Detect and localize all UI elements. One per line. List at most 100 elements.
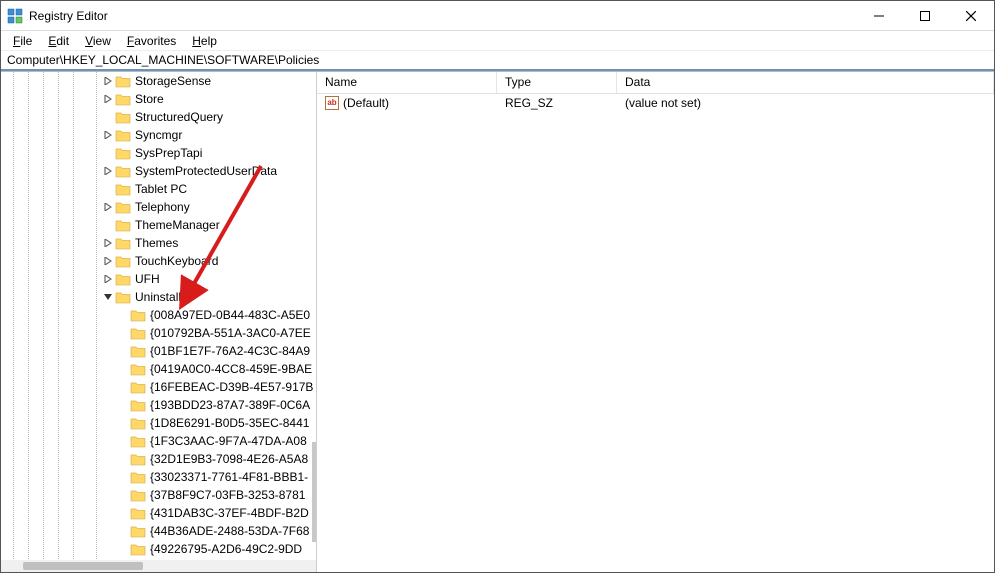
window-title: Registry Editor: [29, 9, 108, 23]
minimize-button[interactable]: [856, 1, 902, 31]
tree-item[interactable]: ThemeManager: [1, 216, 316, 234]
tree-item[interactable]: {37B8F9C7-03FB-3253-8781: [1, 486, 316, 504]
values-header: Name Type Data: [317, 72, 994, 94]
tree-item-label: {431DAB3C-37EF-4BDF-B2D: [150, 506, 309, 520]
tree-item[interactable]: TouchKeyboard: [1, 252, 316, 270]
scrollbar-thumb[interactable]: [23, 562, 143, 570]
folder-icon: [115, 182, 131, 196]
tree-item-label: Telephony: [135, 200, 190, 214]
value-name-cell: ab(Default): [317, 95, 497, 111]
tree-item-label: StorageSense: [135, 74, 211, 88]
chevron-right-icon[interactable]: [101, 239, 115, 247]
tree-item-label: TouchKeyboard: [135, 254, 218, 268]
tree-item-label: UFH: [135, 272, 160, 286]
tree-pane[interactable]: StorageSense Store StructuredQuery Syncmgr S…: [1, 72, 317, 572]
tree-item[interactable]: Store: [1, 90, 316, 108]
menu-file[interactable]: File: [5, 32, 40, 50]
tree-item-label: {37B8F9C7-03FB-3253-8781: [150, 488, 305, 502]
folder-icon: [130, 470, 146, 484]
tree-item[interactable]: {44B36ADE-2488-53DA-7F68: [1, 522, 316, 540]
string-value-icon: ab: [325, 96, 339, 110]
tree-item-label: {1D8E6291-B0D5-35EC-8441: [150, 416, 309, 430]
tree-item[interactable]: StructuredQuery: [1, 108, 316, 126]
tree-item[interactable]: UFH: [1, 270, 316, 288]
tree-item[interactable]: Tablet PC: [1, 180, 316, 198]
tree-item[interactable]: StorageSense: [1, 72, 316, 90]
tree-item-label: {01BF1E7F-76A2-4C3C-84A9: [150, 344, 310, 358]
maximize-button[interactable]: [902, 1, 948, 31]
folder-icon: [115, 272, 131, 286]
value-type-cell: REG_SZ: [497, 95, 617, 111]
chevron-right-icon[interactable]: [101, 275, 115, 283]
tree-item[interactable]: {16FEBEAC-D39B-4E57-917B: [1, 378, 316, 396]
tree-item-label: StructuredQuery: [135, 110, 223, 124]
tree-item-label: Store: [135, 92, 164, 106]
col-header-type[interactable]: Type: [497, 72, 617, 93]
close-button[interactable]: [948, 1, 994, 31]
folder-icon: [130, 398, 146, 412]
col-header-data[interactable]: Data: [617, 72, 994, 93]
menubar: File Edit View Favorites Help: [1, 31, 994, 51]
menu-help[interactable]: Help: [184, 32, 225, 50]
menu-edit[interactable]: Edit: [40, 32, 77, 50]
tree-item[interactable]: {431DAB3C-37EF-4BDF-B2D: [1, 504, 316, 522]
titlebar: Registry Editor: [1, 1, 994, 31]
chevron-down-icon[interactable]: [101, 293, 115, 301]
tree-item-label: {33023371-7761-4F81-BBB1-: [150, 470, 308, 484]
chevron-right-icon[interactable]: [101, 95, 115, 103]
menu-view[interactable]: View: [77, 32, 119, 50]
tree-item[interactable]: {1F3C3AAC-9F7A-47DA-A08: [1, 432, 316, 450]
tree-item-label: {008A97ED-0B44-483C-A5E0: [150, 308, 310, 322]
tree-item-label: {16FEBEAC-D39B-4E57-917B: [150, 380, 313, 394]
value-row[interactable]: ab(Default)REG_SZ(value not set): [317, 94, 994, 112]
chevron-right-icon[interactable]: [101, 203, 115, 211]
tree-item[interactable]: SystemProtectedUserData: [1, 162, 316, 180]
folder-icon: [115, 218, 131, 232]
menu-favorites[interactable]: Favorites: [119, 32, 184, 50]
tree-horizontal-scrollbar[interactable]: [1, 560, 316, 572]
tree-item[interactable]: SysPrepTapi: [1, 144, 316, 162]
tree-item-label: {0419A0C0-4CC8-459E-9BAE: [150, 362, 312, 376]
tree-item[interactable]: {32D1E9B3-7098-4E26-A5A8: [1, 450, 316, 468]
values-pane: Name Type Data ab(Default)REG_SZ(value n…: [317, 72, 994, 572]
tree-item[interactable]: {49226795-A2D6-49C2-9DD: [1, 540, 316, 558]
tree-item[interactable]: {01BF1E7F-76A2-4C3C-84A9: [1, 342, 316, 360]
value-data-cell: (value not set): [617, 95, 994, 111]
tree-item[interactable]: Themes: [1, 234, 316, 252]
folder-icon: [115, 254, 131, 268]
tree-item[interactable]: Syncmgr: [1, 126, 316, 144]
tree-item[interactable]: {010792BA-551A-3AC0-A7EE: [1, 324, 316, 342]
folder-icon: [130, 416, 146, 430]
tree-item[interactable]: {008A97ED-0B44-483C-A5E0: [1, 306, 316, 324]
folder-icon: [115, 74, 131, 88]
tree-item[interactable]: {33023371-7761-4F81-BBB1-: [1, 468, 316, 486]
address-bar[interactable]: Computer\HKEY_LOCAL_MACHINE\SOFTWARE\Pol…: [1, 51, 994, 71]
tree-item[interactable]: {0419A0C0-4CC8-459E-9BAE: [1, 360, 316, 378]
col-header-name[interactable]: Name: [317, 72, 497, 93]
tree-item[interactable]: {193BDD23-87A7-389F-0C6A: [1, 396, 316, 414]
chevron-right-icon[interactable]: [101, 167, 115, 175]
tree-item-label: {010792BA-551A-3AC0-A7EE: [150, 326, 311, 340]
tree-item-label: Tablet PC: [135, 182, 187, 196]
tree-item-label: {49226795-A2D6-49C2-9DD: [150, 542, 302, 556]
chevron-right-icon[interactable]: [101, 77, 115, 85]
folder-icon: [130, 380, 146, 394]
tree-item-label: Syncmgr: [135, 128, 182, 142]
tree-item-label: {32D1E9B3-7098-4E26-A5A8: [150, 452, 308, 466]
folder-icon: [130, 524, 146, 538]
folder-icon: [115, 236, 131, 250]
chevron-right-icon[interactable]: [101, 257, 115, 265]
folder-icon: [130, 344, 146, 358]
splitter-handle[interactable]: [312, 442, 316, 542]
tree-item[interactable]: Telephony: [1, 198, 316, 216]
tree-item[interactable]: {1D8E6291-B0D5-35EC-8441: [1, 414, 316, 432]
tree-item[interactable]: Uninstall: [1, 288, 316, 306]
folder-icon: [130, 434, 146, 448]
tree-item-label: {1F3C3AAC-9F7A-47DA-A08: [150, 434, 307, 448]
chevron-right-icon[interactable]: [101, 131, 115, 139]
folder-icon: [130, 326, 146, 340]
folder-icon: [115, 200, 131, 214]
tree-root: StorageSense Store StructuredQuery Syncmgr S…: [1, 72, 316, 558]
tree-item-label: ThemeManager: [135, 218, 220, 232]
folder-icon: [130, 488, 146, 502]
